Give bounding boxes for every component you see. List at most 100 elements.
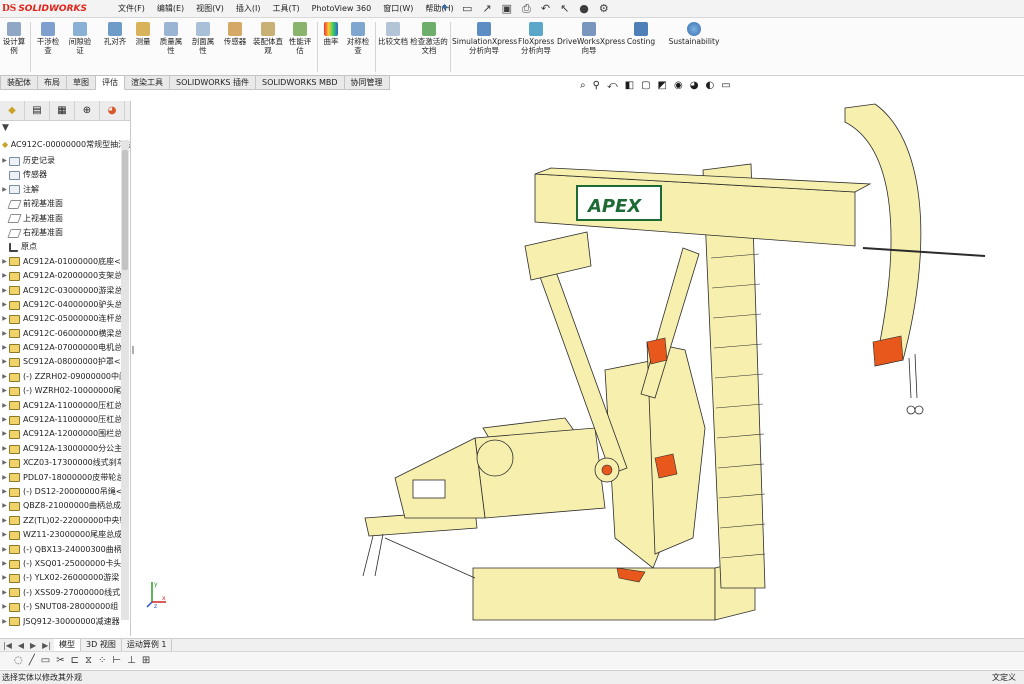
pumpjack-model[interactable]: APEX	[355, 98, 995, 628]
expand-arrow-icon[interactable]: ▶	[0, 154, 9, 168]
tree-item[interactable]: ▶ (-) SNUT08-28000000组	[0, 600, 124, 614]
expand-arrow-icon[interactable]: ▶	[0, 298, 9, 312]
feature-manager-icon[interactable]: ◆	[0, 101, 25, 120]
dimension-icon[interactable]: ⊢	[112, 655, 121, 666]
expand-arrow-icon[interactable]: ▶	[0, 499, 9, 513]
hole-align-button[interactable]: 孔对齐	[100, 22, 130, 46]
tree-item[interactable]: 传感器	[0, 168, 124, 182]
curvature-button[interactable]: 曲率	[320, 22, 342, 46]
tree-item[interactable]: ▶ PDL07-18000000皮带轮总	[0, 471, 124, 485]
config-manager-icon[interactable]: ▦	[50, 101, 75, 120]
rebuild-icon[interactable]: ●	[579, 2, 589, 15]
expand-arrow-icon[interactable]: ▶	[0, 255, 9, 269]
expand-arrow-icon[interactable]: ▶	[0, 456, 9, 470]
tree-item[interactable]: ▶ 历史记录	[0, 154, 124, 168]
tree-item[interactable]: ▶ AC912A-01000000底座<	[0, 255, 124, 269]
floxpress-button[interactable]: FloXpress 分析向导	[518, 22, 554, 55]
tree-item[interactable]: ▶ (-) XSS09-27000000线式	[0, 586, 124, 600]
tree-item[interactable]: ▶ SC912A-08000000护罩<	[0, 355, 124, 369]
expand-arrow-icon[interactable]: ▶	[0, 442, 9, 456]
last-tab-icon[interactable]: ▶|	[39, 641, 54, 650]
tree-item[interactable]: ▶ AC912C-04000000驴头总	[0, 298, 124, 312]
tree-scrollbar[interactable]	[121, 140, 129, 620]
design-study-button[interactable]: 设计算例	[2, 22, 26, 55]
select-icon[interactable]: ↖	[560, 2, 569, 15]
hide-show-icon[interactable]: ◉	[674, 80, 683, 91]
expand-arrow-icon[interactable]: ▶	[0, 543, 9, 557]
panel-splitter[interactable]: ‖	[131, 345, 135, 354]
tab-assembly[interactable]: 装配体	[0, 75, 38, 90]
expand-arrow-icon[interactable]: ▶	[0, 485, 9, 499]
tab-evaluate[interactable]: 评估	[96, 75, 125, 90]
tab-3d-view[interactable]: 3D 视图	[81, 639, 122, 651]
expand-arrow-icon[interactable]: ▶	[0, 528, 9, 542]
tree-item[interactable]: 右视基准面	[0, 226, 124, 240]
interference-button[interactable]: 干涉检查	[34, 22, 62, 55]
expand-arrow-icon[interactable]: ▶	[0, 615, 9, 629]
display-manager-icon[interactable]: ◕	[100, 101, 125, 120]
tree-item[interactable]: ▶ AC912A-12000000围栏总	[0, 427, 124, 441]
display-style-icon[interactable]: ◩	[658, 80, 667, 91]
simxpress-button[interactable]: SimulationXpress 分析向导	[452, 22, 517, 55]
first-tab-icon[interactable]: |◀	[0, 641, 15, 650]
expand-arrow-icon[interactable]: ▶	[0, 600, 9, 614]
repair-icon[interactable]: ⊞	[142, 655, 150, 666]
scrollbar-thumb[interactable]	[122, 150, 128, 270]
clearance-button[interactable]: 间隙验证	[66, 22, 94, 55]
tree-item[interactable]: ▶ (-) WZRH02-10000000尾	[0, 384, 124, 398]
tree-item[interactable]: ▶ (-) QBX13-24000300曲柄	[0, 543, 124, 557]
pin-icon[interactable]: ✦	[440, 1, 449, 14]
expand-arrow-icon[interactable]: ▶	[0, 355, 9, 369]
tree-item[interactable]: ▶ AC912A-07000000电机总	[0, 341, 124, 355]
relation-icon[interactable]: ⊥	[127, 655, 136, 666]
menu-photoview[interactable]: PhotoView 360	[312, 4, 372, 13]
tree-item[interactable]: ▶ ZZ(TL)02-22000000中央轴	[0, 514, 124, 528]
line-icon[interactable]: ╱	[29, 655, 35, 666]
rectangle-icon[interactable]: ▭	[41, 655, 50, 666]
tab-sketch[interactable]: 草图	[67, 75, 96, 90]
expand-arrow-icon[interactable]: ▶	[0, 183, 9, 197]
menu-window[interactable]: 窗口(W)	[383, 3, 413, 14]
menu-tools[interactable]: 工具(T)	[272, 3, 299, 14]
symmetry-button[interactable]: 对称检查	[344, 22, 372, 55]
pattern-icon[interactable]: ⁘	[98, 655, 106, 666]
menu-file[interactable]: 文件(F)	[118, 3, 145, 14]
assembly-visual-button[interactable]: 装配体直观	[253, 22, 283, 55]
expand-arrow-icon[interactable]: ▶	[0, 327, 9, 341]
tab-mbd[interactable]: SOLIDWORKS MBD	[255, 75, 345, 90]
mirror-icon[interactable]: ⧖	[85, 655, 92, 666]
tree-item[interactable]: ▶ AC912C-03000000游梁总	[0, 284, 124, 298]
prev-tab-icon[interactable]: ◀	[15, 641, 27, 650]
expand-arrow-icon[interactable]: ▶	[0, 269, 9, 283]
expand-arrow-icon[interactable]: ▶	[0, 471, 9, 485]
property-manager-icon[interactable]: ▤	[25, 101, 50, 120]
expand-arrow-icon[interactable]: ▶	[0, 427, 9, 441]
expand-arrow-icon[interactable]: ▶	[0, 514, 9, 528]
print-icon[interactable]: ⎙	[522, 2, 531, 16]
measure-button[interactable]: 测量	[132, 22, 154, 46]
tab-render-tools[interactable]: 渲染工具	[125, 75, 170, 90]
sensor-button[interactable]: 传感器	[221, 22, 249, 46]
next-tab-icon[interactable]: ▶	[27, 641, 39, 650]
tree-item[interactable]: ▶ (-) DS12-20000000吊绳<	[0, 485, 124, 499]
apply-scene-icon[interactable]: ◐	[705, 80, 714, 91]
tree-item[interactable]: ▶ AC912A-11000000压杠总	[0, 399, 124, 413]
tree-item[interactable]: 前视基准面	[0, 197, 124, 211]
previous-view-icon[interactable]: ⤺	[607, 80, 618, 91]
options-icon[interactable]: ⚙	[599, 2, 609, 15]
zoom-fit-icon[interactable]: ⌕	[580, 80, 586, 91]
save-icon[interactable]: ▣	[502, 2, 512, 15]
expand-arrow-icon[interactable]: ▶	[0, 586, 9, 600]
undo-icon[interactable]: ↶	[541, 2, 550, 15]
tree-item[interactable]: ▶ AC912A-02000000支架总	[0, 269, 124, 283]
menu-edit[interactable]: 编辑(E)	[157, 3, 184, 14]
menu-insert[interactable]: 插入(I)	[236, 3, 261, 14]
tree-item[interactable]: 上视基准面	[0, 212, 124, 226]
driveworks-button[interactable]: DriveWorksXpress 向导	[557, 22, 625, 55]
edit-appearance-icon[interactable]: ◕	[690, 80, 699, 91]
zoom-area-icon[interactable]: ⚲	[593, 80, 600, 91]
tab-model[interactable]: 模型	[54, 639, 82, 651]
tree-item[interactable]: 原点	[0, 240, 124, 254]
offset-icon[interactable]: ⊏	[71, 655, 79, 666]
filter-icon[interactable]: ▼	[2, 123, 9, 133]
